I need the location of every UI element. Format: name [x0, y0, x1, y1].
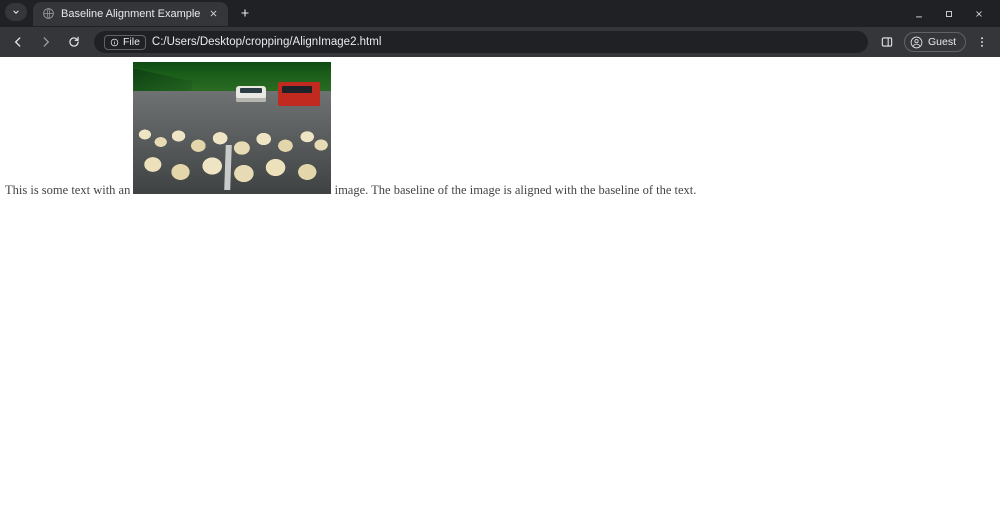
info-icon [110, 38, 119, 47]
address-bar[interactable]: File C:/Users/Desktop/cropping/AlignImag… [94, 31, 868, 53]
reload-icon [67, 35, 81, 49]
arrow-left-icon [11, 35, 25, 49]
inline-image [133, 62, 331, 194]
forward-button[interactable] [34, 30, 58, 54]
profile-label: Guest [928, 36, 956, 48]
text-after-image: image. The baseline of the image is alig… [331, 183, 696, 197]
panel-icon [880, 35, 894, 49]
globe-icon [41, 7, 55, 21]
file-chip-label: File [123, 36, 140, 48]
kebab-icon [975, 35, 989, 49]
maximize-icon [944, 9, 954, 19]
minimize-icon [914, 9, 924, 19]
tab-strip-region: Baseline Alignment Example [0, 0, 1000, 27]
search-tabs-button[interactable] [5, 3, 27, 21]
side-panel-button[interactable] [876, 31, 898, 53]
reload-button[interactable] [62, 30, 86, 54]
arrow-right-icon [39, 35, 53, 49]
window-controls [904, 0, 1000, 27]
new-tab-button[interactable] [234, 2, 256, 24]
tab-title: Baseline Alignment Example [61, 8, 200, 20]
file-chip: File [104, 35, 146, 50]
close-icon [974, 9, 984, 19]
chevron-down-icon [11, 7, 21, 17]
toolbar: File C:/Users/Desktop/cropping/AlignImag… [0, 27, 1000, 57]
tab-strip: Baseline Alignment Example [0, 0, 256, 27]
person-icon [910, 36, 923, 49]
page-paragraph: This is some text with an image. The bas… [5, 183, 696, 197]
close-icon [209, 9, 218, 18]
minimize-button[interactable] [904, 0, 934, 27]
back-button[interactable] [6, 30, 30, 54]
profile-chip[interactable]: Guest [904, 32, 966, 52]
maximize-button[interactable] [934, 0, 964, 27]
plus-icon [239, 7, 251, 19]
tab-close-button[interactable] [206, 7, 220, 21]
page-viewport[interactable]: This is some text with an image. The bas… [0, 57, 1000, 531]
text-before-image: This is some text with an [5, 183, 133, 197]
chrome-menu-button[interactable] [970, 30, 994, 54]
url-text: C:/Users/Desktop/cropping/AlignImage2.ht… [152, 36, 858, 48]
browser-tab[interactable]: Baseline Alignment Example [33, 2, 228, 26]
close-window-button[interactable] [964, 0, 994, 27]
